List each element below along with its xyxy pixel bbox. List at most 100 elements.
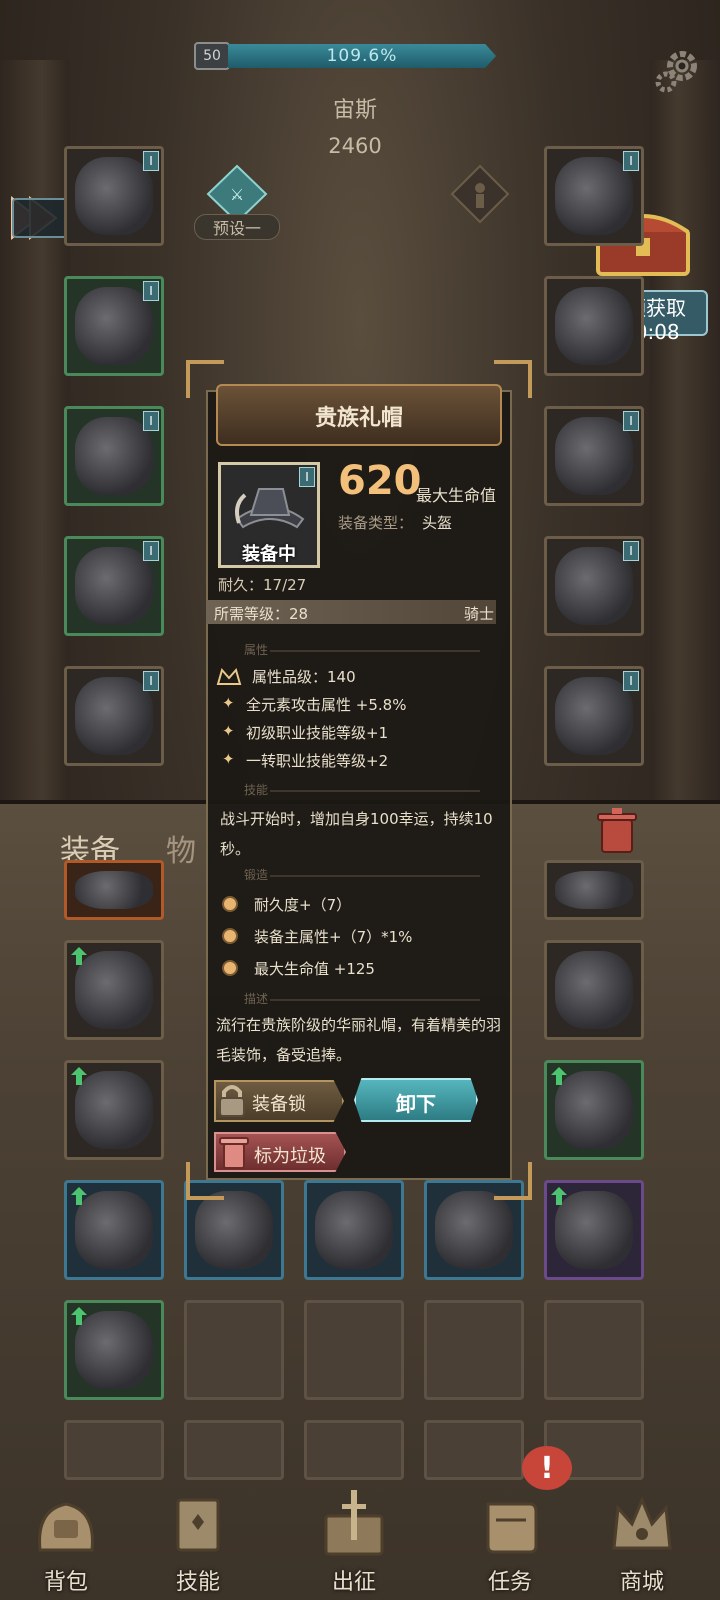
boots-icon [75,677,153,755]
required-class: 骑士 [463,605,494,623]
upgrade-arrow-icon [71,1187,87,1205]
junk-bin-icon [219,1137,249,1169]
divider [270,790,480,792]
preset-button[interactable]: 预设一 [194,214,280,240]
tree-right-decoration [650,60,720,820]
necklace-icon [555,871,633,909]
nav-skills[interactable]: 技能 [138,1470,258,1600]
equipment-lock-label: 装备锁 [252,1094,306,1115]
scroll-icon [486,1502,538,1554]
equip-slot-legs[interactable]: I [64,536,164,636]
divider [270,999,480,1001]
upgrade-arrow-icon [551,1187,567,1205]
inventory-slot-empty[interactable] [424,1300,524,1400]
backpack-icon [38,1502,94,1552]
armor-icon [195,1191,273,1269]
padlock-icon [219,1085,245,1117]
attribute-line: 初级职业技能等级+1 [246,724,389,742]
inventory-slot-empty[interactable] [304,1300,404,1400]
tier-badge: I [143,151,159,171]
quest-alert-badge: ! [522,1446,572,1490]
star-bullet-icon: ✦ [222,694,235,712]
xp-percent: 109.6% [326,46,398,66]
nav-label: 商城 [619,1570,664,1595]
inventory-item[interactable] [64,1300,164,1400]
equip-slot-necklace[interactable]: I [544,146,644,246]
item-name: 贵族礼帽 [314,406,403,431]
inventory-slot-empty[interactable] [544,1300,644,1400]
equip-slot-gloves[interactable]: I [64,406,164,506]
divider [270,650,480,652]
inventory-item[interactable] [544,1180,644,1280]
equipped-label: 装备中 [242,544,296,565]
nav-label: 任务 [487,1570,532,1595]
nav-shop[interactable]: 商城 [582,1470,702,1600]
mark-junk-label: 标为垃圾 [254,1146,326,1167]
section-forge: 锻造 [244,868,269,882]
inventory-item[interactable] [64,940,164,1040]
skill-description: 战斗开始时，增加自身100幸运，持续10秒。 [220,810,493,858]
main-stat-value: 620 [338,458,422,504]
bow-icon [555,951,633,1029]
star-bullet-icon: ✦ [222,722,235,740]
equip-slot-weapon[interactable]: I [544,536,644,636]
upgrade-arrow-icon [71,947,87,965]
item-type-label: 装备类型： [338,514,414,532]
equip-slot-chest[interactable]: I [64,276,164,376]
equip-slot-ring-2[interactable]: I [544,406,644,506]
equip-slot-cape[interactable]: I [544,666,644,766]
attribute-line: 全元素攻击属性 +5.8% [246,696,407,714]
nav-expedition[interactable]: 出征 [294,1470,414,1600]
ring-icon [555,417,633,495]
cape-icon [555,677,633,755]
inventory-item[interactable] [64,1180,164,1280]
tier-badge: I [299,467,315,487]
armor-icon [75,287,153,365]
shop-crown-icon [612,1496,672,1550]
ornate-corner-icon [186,360,224,398]
legguards-icon [75,547,153,625]
nav-label: 背包 [43,1570,88,1595]
level-badge: 50 [194,42,230,70]
inventory-item[interactable] [64,860,164,920]
noble-hat-icon [235,488,305,529]
forge-bullet-icon [222,928,238,944]
equip-slot-boots[interactable]: I [64,666,164,766]
inventory-item[interactable] [544,1060,644,1160]
forge-bullet-icon [222,896,238,912]
ornate-corner-icon [494,360,532,398]
tier-badge: I [623,541,639,561]
upgrade-arrow-icon [551,1067,567,1085]
helmet-icon [75,157,153,235]
inventory-item[interactable] [544,940,644,1040]
trash-bin-icon[interactable] [594,806,640,856]
upgrade-arrow-icon [71,1067,87,1085]
upgrade-arrow-icon [71,1307,87,1325]
gauntlet-icon [75,417,153,495]
item-type-value: 头盔 [422,514,453,532]
svg-text:⚔: ⚔ [230,185,244,204]
star-bullet-icon: ✦ [222,750,235,768]
settings-gear-icon[interactable] [652,44,704,96]
attribute-line: 一转职业技能等级+2 [246,752,389,770]
inventory-slot-empty[interactable] [184,1300,284,1400]
required-level: 所需等级：28 [214,605,309,623]
gauntlet-icon [315,1191,393,1269]
inventory-item[interactable] [544,860,644,920]
tier-badge: I [143,541,159,561]
character-power: 2460 [328,134,382,158]
forge-line: 最大生命值 +125 [254,960,375,978]
nav-backpack[interactable]: 背包 [6,1470,126,1600]
armor-icon [75,871,153,909]
inventory-item[interactable] [64,1060,164,1160]
equip-slot-ring[interactable] [544,276,644,376]
preset-slot-icon[interactable] [450,164,510,224]
xp-bar: 109.6% [228,44,496,68]
forge-line: 耐久度+（7） [254,896,352,914]
equip-slot-head[interactable]: I [64,146,164,246]
forge-line: 装备主属性+（7）*1% [254,928,413,946]
durability-text: 耐久：17/27 [218,576,307,594]
crown-emblem-icon [216,667,242,685]
unequip-label: 卸下 [396,1092,436,1116]
sword-icon [435,1191,513,1269]
